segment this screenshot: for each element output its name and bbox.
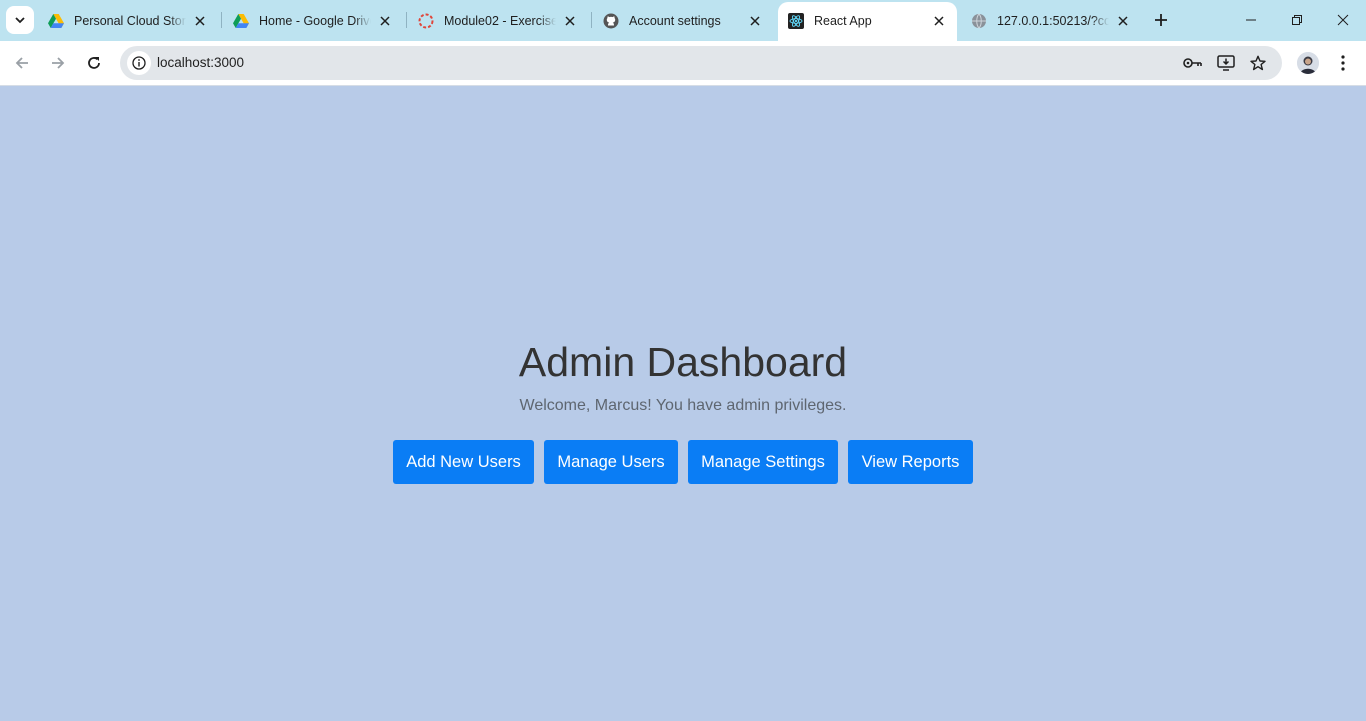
- restore-button[interactable]: [1274, 0, 1320, 40]
- globe-icon: [971, 13, 987, 29]
- manage-settings-button[interactable]: Manage Settings: [688, 440, 838, 484]
- restore-icon: [1292, 15, 1302, 25]
- more-vertical-icon: [1341, 55, 1345, 71]
- browser-menu-button[interactable]: [1332, 52, 1354, 74]
- browser-tab-strip: Personal Cloud Storage Home - Google Dri…: [0, 0, 1366, 41]
- view-reports-button[interactable]: View Reports: [848, 440, 973, 484]
- tab-localhost-code[interactable]: 127.0.0.1:50213/?code=: [961, 4, 1141, 37]
- google-drive-icon: [48, 13, 64, 29]
- install-app-icon[interactable]: [1216, 53, 1236, 73]
- reload-icon: [88, 57, 100, 69]
- loading-spinner-icon: [418, 13, 434, 29]
- tab-title: Module02 - Exercise01: [444, 13, 556, 28]
- page-title: Admin Dashboard: [518, 339, 848, 385]
- welcome-message: Welcome, Marcus! You have admin privileg…: [519, 397, 847, 414]
- info-icon: [132, 56, 146, 70]
- arrow-left-icon: [15, 57, 28, 69]
- url-text[interactable]: localhost:3000: [157, 55, 244, 70]
- browser-toolbar: localhost:3000: [0, 41, 1366, 86]
- password-key-icon[interactable]: [1183, 53, 1203, 73]
- reload-button[interactable]: [80, 49, 108, 77]
- tab-title: Home - Google Drive: [259, 13, 371, 28]
- react-icon: [788, 12, 804, 29]
- tab-module02-exercise[interactable]: Module02 - Exercise01: [408, 4, 588, 37]
- tab-title: Account settings: [629, 13, 721, 28]
- site-info-button[interactable]: [127, 51, 151, 75]
- tab-close-icon[interactable]: [931, 13, 947, 29]
- tab-title: 127.0.0.1:50213/?code=: [997, 13, 1109, 28]
- tab-close-icon[interactable]: [192, 13, 208, 29]
- tab-close-icon[interactable]: [747, 13, 763, 29]
- chevron-down-icon: [15, 17, 25, 24]
- tab-close-icon[interactable]: [562, 13, 578, 29]
- close-icon: [1337, 14, 1349, 26]
- google-drive-icon: [233, 13, 249, 29]
- tab-close-icon[interactable]: [1115, 13, 1131, 29]
- tab-account-settings[interactable]: Account settings: [593, 4, 773, 37]
- minimize-button[interactable]: [1228, 0, 1274, 40]
- address-bar[interactable]: localhost:3000: [120, 46, 1282, 80]
- profile-avatar[interactable]: [1297, 52, 1319, 74]
- manage-users-button[interactable]: Manage Users: [544, 440, 678, 484]
- back-button[interactable]: [8, 49, 36, 77]
- tab-search-button[interactable]: [6, 6, 34, 34]
- bookmark-star-icon[interactable]: [1248, 53, 1268, 73]
- add-new-users-button[interactable]: Add New Users: [393, 440, 534, 484]
- plus-icon: [1155, 14, 1167, 26]
- tab-react-app[interactable]: React App: [778, 2, 957, 41]
- tab-separator: [221, 12, 222, 28]
- page-content: Admin Dashboard Welcome, Marcus! You hav…: [0, 87, 1366, 721]
- tab-separator: [406, 12, 407, 28]
- tab-title: React App: [814, 13, 872, 28]
- tab-home-google-drive[interactable]: Home - Google Drive: [223, 4, 403, 37]
- tab-title: Personal Cloud Storage: [74, 13, 186, 28]
- new-tab-button[interactable]: [1149, 8, 1173, 32]
- profile-photo-icon: [1297, 52, 1319, 74]
- minimize-icon: [1246, 19, 1256, 21]
- tab-separator: [591, 12, 592, 28]
- tab-personal-cloud-storage[interactable]: Personal Cloud Storage: [38, 4, 218, 37]
- tab-close-icon[interactable]: [377, 13, 393, 29]
- close-window-button[interactable]: [1320, 0, 1366, 40]
- forward-button[interactable]: [44, 49, 72, 77]
- github-icon: [603, 13, 619, 29]
- arrow-right-icon: [52, 57, 65, 69]
